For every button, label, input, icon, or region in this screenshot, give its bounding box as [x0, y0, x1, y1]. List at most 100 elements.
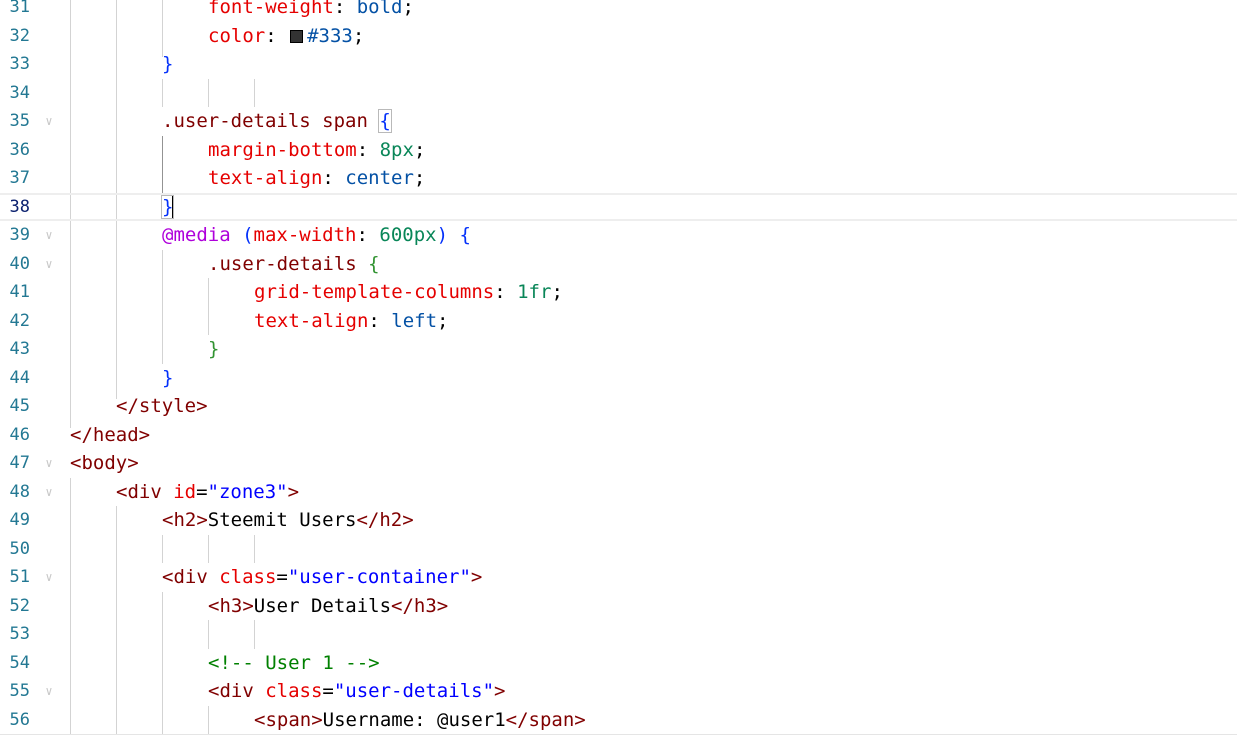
code-token: :: [322, 167, 346, 189]
fold-chevron-icon[interactable]: ∨: [43, 107, 55, 136]
code-line[interactable]: 54 <!-- User 1 -->: [0, 649, 1237, 678]
line-code[interactable]: <!-- User 1 -->: [208, 649, 380, 678]
line-code[interactable]: </head>: [70, 421, 150, 450]
line-code[interactable]: }: [160, 194, 175, 220]
code-token: 600px: [379, 224, 437, 246]
code-token: head: [92, 423, 139, 446]
code-token: :: [356, 138, 380, 161]
code-token: "user-details": [333, 680, 495, 702]
code-token: </: [116, 395, 139, 417]
code-line[interactable]: 42 text-align: left;: [0, 307, 1237, 336]
fold-chevron-icon[interactable]: ∨: [43, 677, 55, 706]
code-token: center: [345, 167, 414, 189]
line-number: 48: [9, 481, 30, 502]
code-token: <div: [116, 480, 174, 503]
code-token: {: [378, 109, 392, 133]
code-token: Username: @user1: [322, 708, 506, 731]
line-code[interactable]: color: #333;: [208, 22, 364, 51]
code-line[interactable]: 53: [0, 620, 1237, 649]
code-token: ;: [413, 167, 426, 189]
line-code[interactable]: margin-bottom: 8px;: [208, 136, 425, 165]
code-editor[interactable]: 31 font-weight: bold; 32 color: #333; 33} 34 3…: [0, 0, 1237, 738]
code-token: text-align: [208, 167, 323, 189]
text-cursor: [172, 196, 175, 218]
line-number: 51: [9, 567, 30, 587]
line-code[interactable]: }: [162, 50, 173, 79]
code-line[interactable]: 32 color: #333;: [0, 22, 1237, 51]
code-line[interactable]: 38}: [0, 192, 1237, 221]
code-token: </span>: [505, 708, 586, 731]
code-token: ;: [402, 0, 414, 18]
code-line[interactable]: 31 font-weight: bold;: [0, 0, 1237, 22]
fold-chevron-icon[interactable]: ∨: [43, 563, 55, 592]
code-line[interactable]: 56 <span>Username: @user1</span>: [0, 706, 1237, 735]
code-line[interactable]: 47 ∨ <body>: [0, 449, 1237, 478]
line-number: 35: [9, 111, 30, 131]
code-token: body: [81, 452, 128, 474]
code-line[interactable]: 55 ∨ <div class="user-details">: [0, 677, 1237, 706]
line-code[interactable]: <h2>Steemit Users</h2>: [162, 506, 414, 535]
code-token: 8px: [379, 138, 414, 161]
line-number: 49: [9, 510, 30, 530]
line-code[interactable]: text-align: left;: [254, 307, 449, 336]
code-line[interactable]: 45 </style>: [0, 392, 1237, 421]
fold-chevron-icon[interactable]: ∨: [43, 250, 55, 279]
code-line[interactable]: 48 ∨ <div id="zone3">: [0, 478, 1237, 507]
line-code[interactable]: font-weight: bold;: [208, 0, 414, 22]
line-code[interactable]: <div class="user-container">: [162, 563, 482, 592]
code-line[interactable]: 49 <h2>Steemit Users</h2>: [0, 506, 1237, 535]
line-number: 41: [9, 282, 30, 302]
line-code[interactable]: <body>: [70, 449, 139, 478]
code-token: ;: [437, 309, 449, 332]
line-code[interactable]: <h3>User Details</h3>: [208, 592, 448, 621]
line-number: 38: [9, 196, 30, 217]
line-code[interactable]: }: [208, 335, 219, 364]
line-number: 31: [9, 0, 30, 17]
line-code[interactable]: @media (max-width: 600px) {: [162, 221, 471, 250]
code-token: ;: [551, 281, 563, 303]
code-token: =: [196, 480, 208, 503]
code-token: <div: [162, 566, 220, 588]
line-code[interactable]: <div class="user-details">: [208, 677, 505, 706]
code-line[interactable]: 44}: [0, 364, 1237, 393]
code-line[interactable]: 35 ∨ .user-details span {: [0, 107, 1237, 136]
fold-chevron-icon[interactable]: ∨: [43, 478, 55, 507]
line-number: 33: [9, 54, 30, 74]
line-number: 50: [9, 538, 30, 559]
code-token: font-weight: [208, 0, 334, 18]
code-line[interactable]: 40 ∨ .user-details {: [0, 250, 1237, 279]
code-line[interactable]: 33}: [0, 50, 1237, 79]
line-number: 44: [9, 367, 30, 388]
code-line[interactable]: 41 grid-template-columns: 1fr;: [0, 278, 1237, 307]
line-code[interactable]: </style>: [116, 392, 208, 421]
code-line[interactable]: 51 ∨ <div class="user-container">: [0, 563, 1237, 592]
line-number: 54: [9, 652, 30, 673]
line-number: 45: [9, 396, 30, 416]
code-line[interactable]: 46 </head>: [0, 421, 1237, 450]
code-token: >: [494, 680, 506, 702]
line-number: 40: [9, 253, 30, 274]
code-line[interactable]: 37 text-align: center;: [0, 164, 1237, 193]
code-line[interactable]: 52 <h3>User Details</h3>: [0, 592, 1237, 621]
code-token: =: [322, 680, 334, 702]
code-line[interactable]: 39 ∨ @media (max-width: 600px) {: [0, 221, 1237, 250]
line-code[interactable]: text-align: center;: [208, 164, 425, 193]
line-code[interactable]: <div id="zone3">: [116, 478, 299, 507]
line-code[interactable]: <span>Username: @user1</span>: [254, 706, 586, 735]
fold-chevron-icon[interactable]: ∨: [43, 449, 55, 478]
line-code[interactable]: }: [162, 364, 173, 393]
color-swatch-icon[interactable]: [290, 29, 304, 43]
line-code[interactable]: .user-details {: [208, 250, 380, 279]
fold-chevron-icon[interactable]: ∨: [43, 221, 55, 250]
code-line[interactable]: 50: [0, 535, 1237, 564]
line-number: 56: [9, 709, 30, 730]
line-number: 42: [9, 310, 30, 331]
code-token: }: [162, 366, 174, 389]
code-token: <h2>: [162, 509, 208, 531]
code-line[interactable]: 43}: [0, 335, 1237, 364]
code-line[interactable]: 36 margin-bottom: 8px;: [0, 136, 1237, 165]
code-line[interactable]: 34: [0, 79, 1237, 108]
code-token: >: [287, 480, 300, 503]
line-code[interactable]: .user-details span {: [162, 107, 392, 136]
line-code[interactable]: grid-template-columns: 1fr;: [254, 278, 563, 307]
